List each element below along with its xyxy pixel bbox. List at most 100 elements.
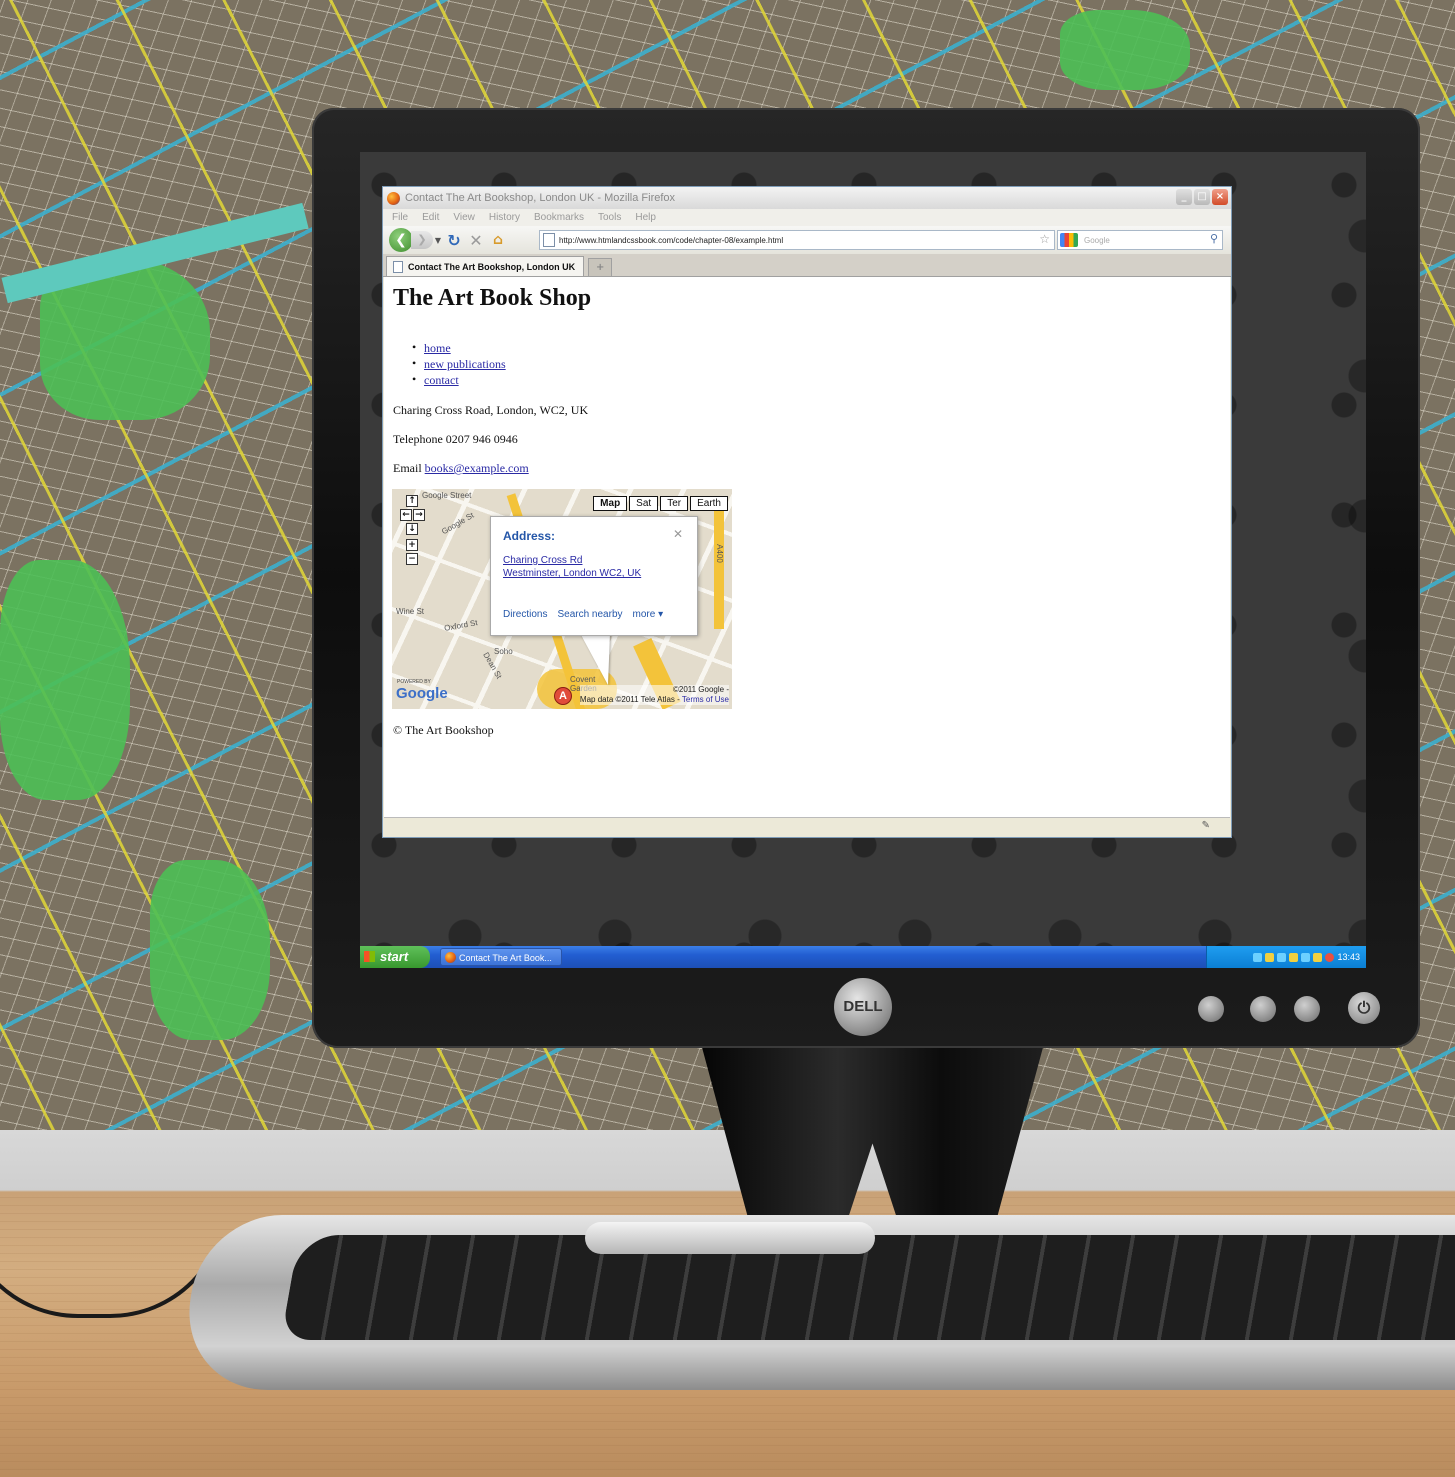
copyright-text: ©2011 Google - [672,685,729,694]
menu-file[interactable]: File [392,212,408,223]
map-type-map[interactable]: Map [593,496,628,511]
pan-right-icon[interactable]: → [413,509,425,521]
tray-icon[interactable] [1289,952,1299,962]
start-button[interactable]: start [360,946,430,968]
minimize-icon[interactable]: _ [1176,189,1192,205]
power-button-icon[interactable]: ⏻ [1348,992,1380,1024]
tab-bar: Contact The Art Bookshop, London UK + [383,254,1231,277]
nav-link-home[interactable]: home [424,341,451,355]
monitor-button[interactable] [1250,996,1276,1022]
task-label: Contact The Art Book... [459,953,552,963]
map-copyright: ©2011 Google - Map data ©2011 Tele Atlas… [579,685,729,705]
info-address-line1[interactable]: Charing Cross Rd [503,555,582,566]
email-line: Email books@example.com [393,461,529,476]
menu-history[interactable]: History [489,212,520,223]
forward-arrow-icon[interactable]: ❯ [411,231,433,249]
monitor-button[interactable] [1198,996,1224,1022]
search-icon[interactable]: ⚲ [1210,232,1218,245]
tray-icon[interactable] [1277,952,1287,962]
address-text: Charing Cross Road, London, WC2, UK [393,403,589,417]
search-engine-icon[interactable] [1060,233,1078,247]
tray-icon[interactable] [1253,952,1263,962]
google-map[interactable]: ↑ ← → ↓ + − Google Street Google St Soho… [392,489,732,709]
dell-logo: DELL [834,978,892,1036]
more-link[interactable]: more ▾ [633,609,664,620]
page-icon [393,260,403,273]
firefox-window: Contact The Art Bookshop, London UK - Mo… [382,186,1232,838]
tray-icon[interactable] [1301,952,1311,962]
back-arrow-icon[interactable]: ❮ [389,228,413,252]
nav-item-new-publications: new publications [412,356,506,373]
windows-flag-icon [364,951,375,962]
nav-link-new-publications[interactable]: new publications [424,357,506,371]
email-label: Email [393,461,422,475]
page-content: The Art Book Shop home new publications … [384,277,1230,817]
zoom-in-icon[interactable]: + [406,539,418,551]
menu-tools[interactable]: Tools [598,212,621,223]
map-data-text: Map data ©2011 Tele Atlas - [579,695,680,704]
clock: 13:43 [1337,952,1360,962]
url-bar[interactable]: http://www.htmlandcssbook.com/code/chapt… [539,230,1055,250]
info-window: Address: ✕ Charing Cross Rd Westminster,… [490,516,698,636]
search-nearby-link[interactable]: Search nearby [557,609,622,620]
close-icon[interactable]: × [1212,189,1228,205]
page-icon [543,233,555,247]
map-road [714,509,724,629]
email-link[interactable]: books@example.com [425,461,529,475]
keyboard-media-keys [585,1222,875,1254]
menu-view[interactable]: View [453,212,475,223]
addon-icon[interactable]: ✎ [1202,820,1210,831]
terms-link[interactable]: Terms of Use [682,695,729,704]
pan-up-icon[interactable]: ↑ [406,495,418,507]
home-icon[interactable]: ⌂ [487,232,509,248]
maximize-icon[interactable]: □ [1194,189,1210,205]
new-tab-button[interactable]: + [588,258,613,276]
stop-icon[interactable]: ✕ [465,231,487,250]
map-park [0,560,130,800]
search-input[interactable]: Google ⚲ [1057,230,1223,250]
google-logo[interactable]: Google [396,685,448,702]
map-type-controls: Map Sat Ter Earth [593,496,728,511]
info-actions: Directions Search nearby more ▾ [503,609,663,620]
map-type-ter[interactable]: Ter [660,496,689,511]
tray-icon[interactable] [1325,952,1335,962]
history-dropdown-icon[interactable]: ▼ [433,236,443,245]
bookmark-star-icon[interactable]: ☆ [1039,232,1050,246]
nav-link-contact[interactable]: contact [424,373,459,387]
menu-bookmarks[interactable]: Bookmarks [534,212,584,223]
title-bar: Contact The Art Bookshop, London UK - Mo… [383,187,1231,209]
tray-icon[interactable] [1313,952,1323,962]
firefox-icon [387,191,400,205]
status-bar: ✎ [384,817,1230,836]
pan-down-icon[interactable]: ↓ [406,523,418,535]
pan-left-icon[interactable]: ← [400,509,412,521]
menu-edit[interactable]: Edit [422,212,439,223]
start-label: start [380,949,409,964]
monitor-button[interactable] [1294,996,1320,1022]
map-type-earth[interactable]: Earth [690,496,728,511]
window-title: Contact The Art Bookshop, London UK - Mo… [405,192,676,204]
map-label: Wine St [396,607,425,616]
zoom-out-icon[interactable]: − [406,553,418,565]
map-label: Soho [494,647,513,656]
firefox-icon [445,952,456,963]
map-label: Google St [440,510,476,537]
info-address-line2[interactable]: Westminster, London WC2, UK [503,568,641,579]
site-nav: home new publications contact [412,340,506,389]
menu-help[interactable]: Help [635,212,656,223]
system-tray: 13:43 [1206,946,1366,968]
tab-contact[interactable]: Contact The Art Bookshop, London UK [386,256,585,276]
map-type-sat[interactable]: Sat [629,496,659,511]
reload-icon[interactable]: ↻ [443,231,465,250]
info-window-tail [580,633,610,685]
url-text: http://www.htmlandcssbook.com/code/chapt… [559,235,784,245]
map-label: A400 [714,544,724,563]
taskbar-item-firefox[interactable]: Contact The Art Book... [440,948,562,966]
footer-text: © The Art Bookshop [393,723,494,737]
nav-item-home: home [412,340,506,357]
map-marker-icon[interactable]: A [554,687,572,705]
directions-link[interactable]: Directions [503,609,547,620]
tray-icon[interactable] [1265,952,1275,962]
close-icon[interactable]: ✕ [673,527,683,541]
menu-bar: File Edit View History Bookmarks Tools H… [383,209,1231,226]
